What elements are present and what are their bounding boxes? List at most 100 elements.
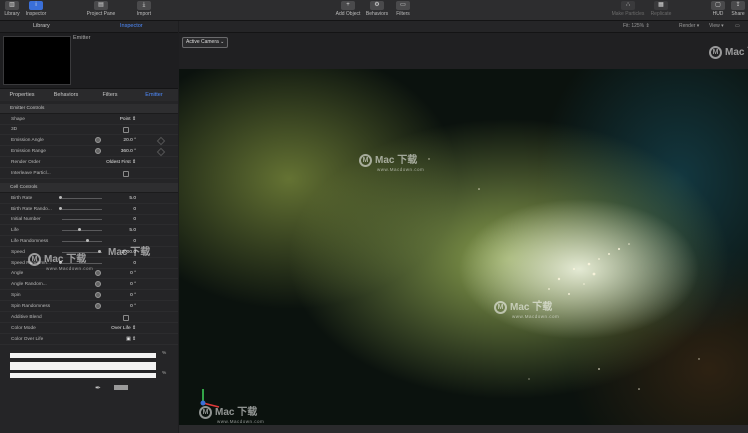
additive-blend-checkbox[interactable]: [123, 315, 129, 321]
eyedropper-icon[interactable]: ✒: [95, 384, 101, 392]
color-over-life-row[interactable]: Color Over Life ▣ ⇕: [0, 334, 178, 345]
add-object-button[interactable]: + Add Object: [333, 1, 363, 19]
watermark-logo-icon: M: [28, 252, 41, 266]
project-pane-button[interactable]: ▤ Project Pane: [84, 1, 118, 19]
fit-zoom-menu[interactable]: Fit: 125% ⇕: [623, 23, 650, 29]
tab-emitter[interactable]: Emitter: [132, 92, 176, 98]
interleave-row: Interleave Particl...: [0, 168, 178, 179]
render-menu[interactable]: Render ▾: [679, 23, 699, 29]
opacity-gradient-bar[interactable]: [10, 353, 156, 358]
project-pane-icon: ▤: [94, 1, 108, 10]
angle-randomness-dial[interactable]: [95, 281, 101, 287]
layer-preview: [3, 36, 71, 85]
spin-dial[interactable]: [95, 292, 101, 298]
render-order-popup[interactable]: Oldest First ⇕: [106, 160, 136, 165]
cell-controls-header[interactable]: Cell Controls: [0, 183, 178, 193]
gradient-preset-icon[interactable]: ▣ ⇕: [126, 337, 136, 342]
spin-randomness-row: Spin Randomness 0 °: [0, 301, 178, 312]
tab-properties[interactable]: Properties: [0, 92, 44, 98]
3d-checkbox[interactable]: [123, 127, 129, 133]
watermark-logo-icon: M: [359, 153, 372, 167]
inspector-icon: i: [29, 1, 43, 10]
shape-popup[interactable]: Point ⇕: [120, 117, 136, 122]
behaviors-button[interactable]: ⚙ Behaviors: [364, 1, 390, 19]
inspector-button[interactable]: i Inspector: [24, 1, 48, 19]
inspector-tabs: Properties Behaviors Filters Emitter: [0, 88, 178, 102]
tab-library[interactable]: Library: [33, 23, 50, 29]
color-mode-popup[interactable]: Over Life ⇕: [111, 326, 136, 331]
replicate-icon: ▦: [654, 1, 668, 10]
angle-dial[interactable]: [95, 270, 101, 276]
filters-icon: ▭: [396, 1, 410, 10]
particle-sparkles: [428, 158, 700, 390]
library-icon: ▥: [5, 1, 19, 10]
slider-knob[interactable]: [98, 250, 101, 253]
watermark: M Mac 下载 www.Macdown.com: [359, 151, 424, 172]
emission-range-value[interactable]: 360.0 °: [121, 149, 136, 154]
share-icon: ⇪: [731, 1, 745, 10]
slider-knob[interactable]: [86, 239, 89, 242]
library-button[interactable]: ▥ Library: [2, 1, 22, 19]
angle-randomness-row: Angle Random... 0 °: [0, 279, 178, 290]
view-layout-icon[interactable]: ▭: [735, 23, 740, 29]
color-gradient-bar[interactable]: [10, 362, 156, 370]
particle-canvas[interactable]: [179, 69, 748, 425]
hud-icon: ▢: [711, 1, 725, 10]
spin-row: Spin 0 °: [0, 290, 178, 301]
life-row: Life 5.0: [0, 225, 178, 236]
add-object-icon: +: [341, 1, 355, 10]
import-button[interactable]: ⤓ Import: [133, 1, 155, 19]
share-button[interactable]: ⇪ Share: [730, 1, 746, 19]
life-slider[interactable]: [62, 230, 102, 231]
emission-angle-dial[interactable]: [95, 137, 101, 143]
keyframe-icon[interactable]: [156, 147, 166, 157]
import-icon: ⤓: [137, 1, 151, 10]
viewer-toolbar: Fit: 125% ⇕ Render ▾ View ▾ ▭: [179, 21, 748, 33]
left-pane-tabs: Library Inspector: [0, 21, 178, 33]
watermark: MMac 下载: [709, 43, 748, 59]
render-order-row[interactable]: Render Order Oldest First ⇕: [0, 157, 178, 168]
active-camera-menu[interactable]: Active Camera ⌄: [182, 37, 229, 48]
watermark: M Mac 下载 www.Macdown.com: [494, 298, 559, 319]
gradient-preview-bar: [10, 373, 156, 378]
watermark: M Mac 下载 www.Macdown.com: [28, 250, 93, 271]
life-randomness-slider[interactable]: [62, 241, 102, 242]
replicate-button[interactable]: ▦ Replicate: [648, 1, 674, 19]
gear-icon: ⚙: [370, 1, 384, 10]
filters-button[interactable]: ▭ Filters: [392, 1, 414, 19]
birth-rate-slider[interactable]: [62, 198, 102, 199]
slider-knob[interactable]: [59, 207, 62, 210]
canvas-viewer: Active Camera ⌄ M Mac 下载 www.Macdown.com …: [179, 33, 748, 433]
watermark-logo-icon: M: [494, 300, 507, 314]
tab-inspector[interactable]: Inspector: [120, 23, 143, 29]
life-randomness-row: Life Randomness 0: [0, 236, 178, 247]
toolbar: ▥ Library i Inspector ▤ Project Pane ⤓ I…: [0, 0, 748, 21]
timeline-bar[interactable]: [179, 425, 748, 433]
birth-rate-row: Birth Rate 5.0: [0, 193, 178, 204]
emitter-controls-header[interactable]: Emitter Controls: [0, 104, 178, 114]
slider-knob[interactable]: [78, 228, 81, 231]
initial-number-row: Initial Number 0: [0, 214, 178, 225]
layer-name: Emitter: [73, 35, 91, 41]
interleave-checkbox[interactable]: [123, 171, 129, 177]
tab-filters[interactable]: Filters: [88, 92, 132, 98]
watermark: Mac 下载: [108, 247, 151, 258]
3d-axis-gizmo-icon[interactable]: [197, 385, 223, 411]
initial-number-slider[interactable]: [62, 219, 102, 220]
watermark-logo-icon: M: [709, 45, 722, 59]
tab-behaviors[interactable]: Behaviors: [44, 92, 88, 98]
hud-button[interactable]: ▢ HUD: [710, 1, 726, 19]
birth-rate-randomness-slider[interactable]: [62, 209, 102, 210]
color-well[interactable]: [114, 385, 128, 390]
emission-range-dial[interactable]: [95, 148, 101, 154]
slider-knob[interactable]: [59, 196, 62, 199]
view-menu[interactable]: View ▾: [709, 23, 724, 29]
keyframe-icon[interactable]: [156, 136, 166, 146]
color-mode-row[interactable]: Color Mode Over Life ⇕: [0, 323, 178, 334]
spin-randomness-dial[interactable]: [95, 303, 101, 309]
emission-angle-value[interactable]: 20.0 °: [123, 138, 136, 143]
gradient-percent-label: %: [162, 351, 167, 356]
make-particles-button[interactable]: ∴ Make Particles: [610, 1, 646, 19]
additive-blend-row: Additive Blend: [0, 312, 178, 323]
emission-range-row: Emission Range 360.0 °: [0, 146, 178, 157]
